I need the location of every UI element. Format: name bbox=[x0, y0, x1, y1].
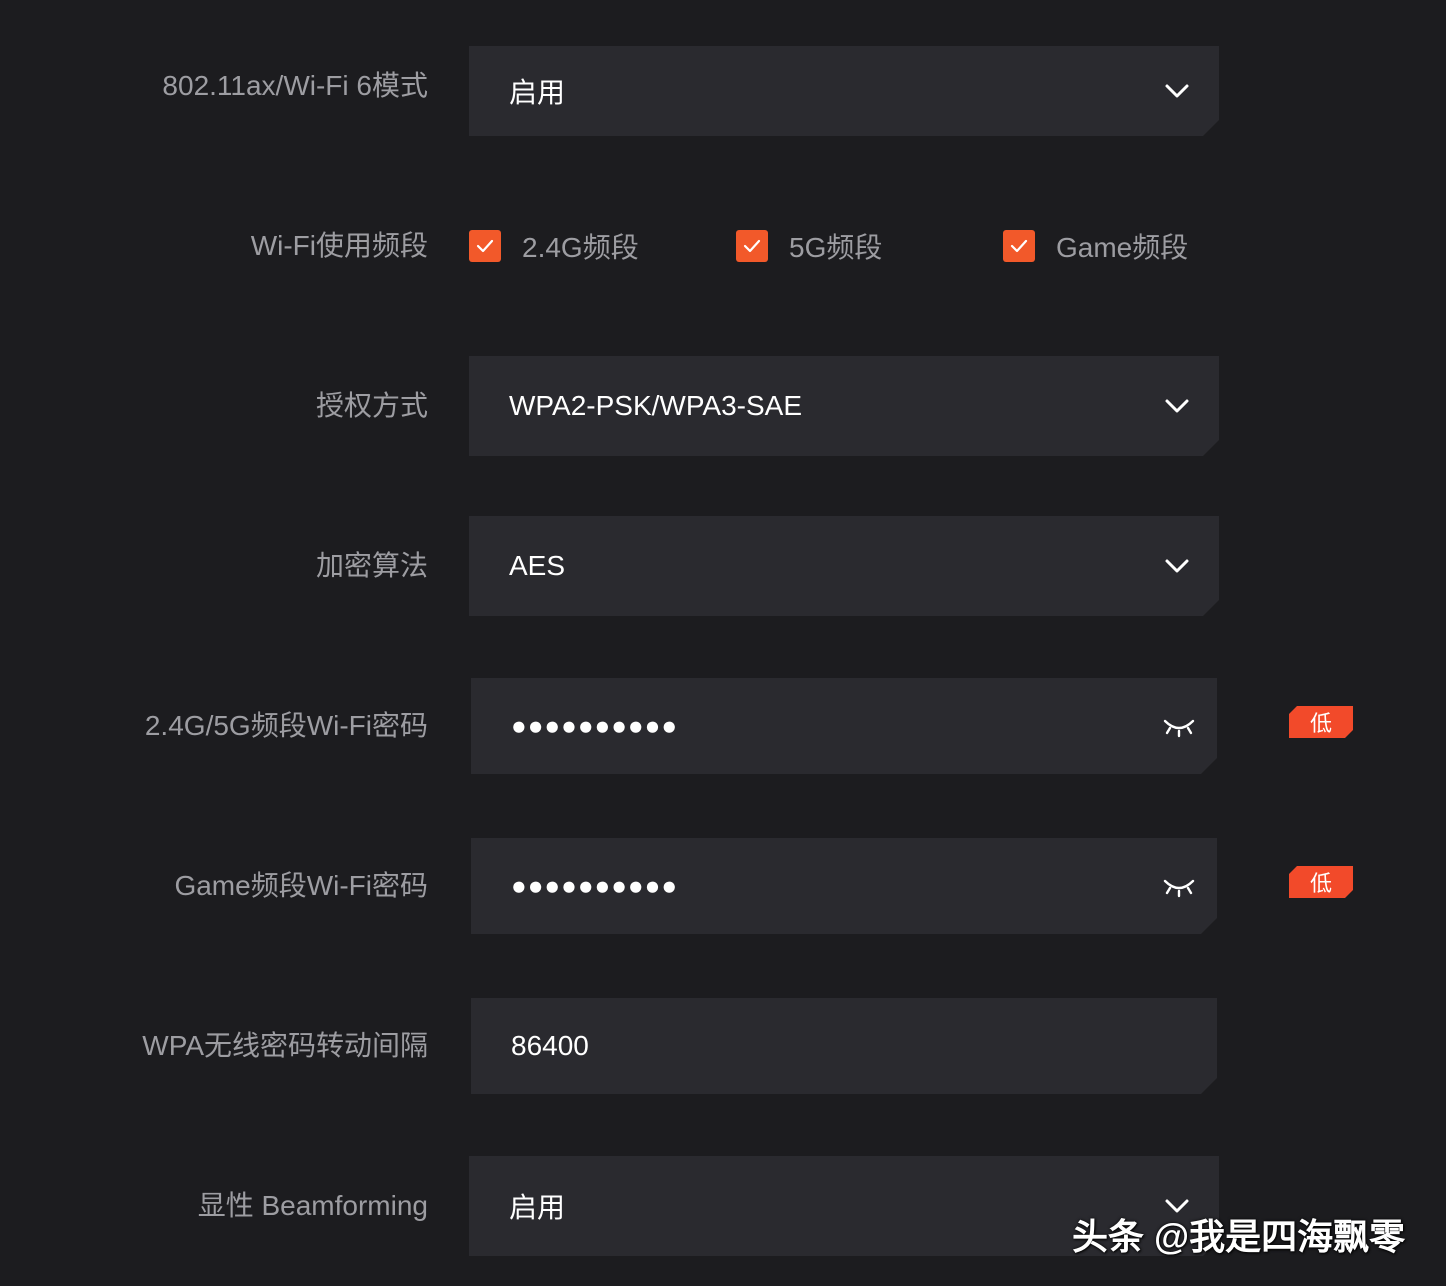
encryption-select[interactable]: AES bbox=[469, 516, 1219, 616]
encryption-value: AES bbox=[509, 550, 566, 581]
chevron-down-icon bbox=[1163, 392, 1191, 420]
rekey-interval-row: WPA无线密码转动间隔 86400 bbox=[0, 998, 1446, 1094]
wifi6-mode-select[interactable]: 启用 bbox=[469, 46, 1219, 136]
checkbox-checked-icon bbox=[1003, 230, 1035, 262]
password-game-input[interactable]: ●●●●●●●●●● bbox=[471, 838, 1217, 934]
watermark: 头条 @我是四海飘零 bbox=[1072, 1216, 1406, 1257]
eye-closed-icon[interactable] bbox=[1161, 711, 1197, 741]
beamforming-label: 显性 Beamforming bbox=[197, 1190, 428, 1221]
password-strength-badge: 低 bbox=[1289, 866, 1353, 898]
wifi-bands-row: Wi-Fi使用频段 2.4G频段 5G频段 Game频段 bbox=[0, 226, 1446, 266]
band-game-label: Game频段 bbox=[1056, 232, 1189, 263]
password-main-label: 2.4G/5G频段Wi-Fi密码 bbox=[144, 710, 428, 741]
chevron-down-icon bbox=[1163, 552, 1191, 580]
password-game-label: Game频段Wi-Fi密码 bbox=[174, 870, 428, 901]
checkbox-checked-icon bbox=[469, 230, 501, 262]
band-2g-checkbox[interactable]: 2.4G频段 bbox=[469, 226, 639, 266]
password-main-value: ●●●●●●●●●● bbox=[511, 710, 679, 741]
auth-mode-select[interactable]: WPA2-PSK/WPA3-SAE bbox=[469, 356, 1219, 456]
band-game-checkbox[interactable]: Game频段 bbox=[1003, 226, 1188, 266]
checkbox-checked-icon bbox=[736, 230, 768, 262]
band-5g-checkbox[interactable]: 5G频段 bbox=[736, 226, 882, 266]
band-5g-label: 5G频段 bbox=[789, 232, 883, 263]
wifi6-mode-label: 802.11ax/Wi-Fi 6模式 bbox=[162, 70, 428, 101]
rekey-interval-input[interactable]: 86400 bbox=[471, 998, 1217, 1094]
auth-mode-row: 授权方式 WPA2-PSK/WPA3-SAE bbox=[0, 356, 1446, 456]
auth-mode-value: WPA2-PSK/WPA3-SAE bbox=[509, 390, 803, 421]
password-game-row: Game频段Wi-Fi密码 ●●●●●●●●●● 低 bbox=[0, 838, 1446, 934]
wifi6-mode-value: 启用 bbox=[509, 77, 566, 108]
chevron-down-icon bbox=[1163, 77, 1191, 105]
beamforming-value: 启用 bbox=[509, 1192, 566, 1223]
password-main-row: 2.4G/5G频段Wi-Fi密码 ●●●●●●●●●● 低 bbox=[0, 678, 1446, 774]
password-strength-badge: 低 bbox=[1289, 706, 1353, 738]
band-2g-label: 2.4G频段 bbox=[522, 232, 639, 263]
wifi-bands-label: Wi-Fi使用频段 bbox=[250, 230, 428, 261]
password-game-value: ●●●●●●●●●● bbox=[511, 870, 679, 901]
eye-closed-icon[interactable] bbox=[1161, 871, 1197, 901]
password-main-input[interactable]: ●●●●●●●●●● bbox=[471, 678, 1217, 774]
wifi6-mode-row: 802.11ax/Wi-Fi 6模式 启用 bbox=[0, 46, 1446, 136]
auth-mode-label: 授权方式 bbox=[315, 390, 428, 421]
encryption-row: 加密算法 AES bbox=[0, 516, 1446, 616]
rekey-interval-value: 86400 bbox=[511, 1030, 589, 1061]
encryption-label: 加密算法 bbox=[315, 550, 428, 581]
rekey-interval-label: WPA无线密码转动间隔 bbox=[142, 1030, 428, 1061]
